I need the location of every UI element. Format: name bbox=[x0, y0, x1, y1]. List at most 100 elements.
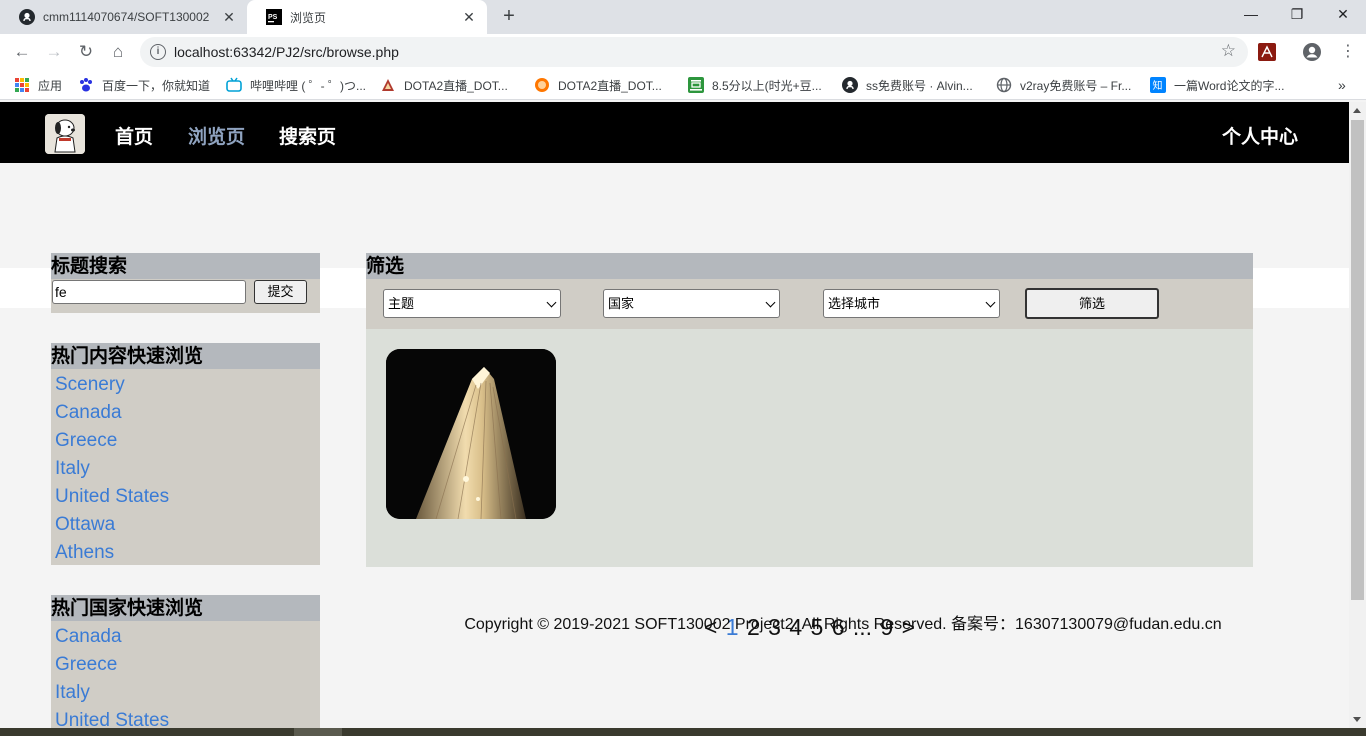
svg-text:知: 知 bbox=[1153, 79, 1163, 92]
acrobat-extension-icon[interactable] bbox=[1258, 43, 1276, 61]
close-window-icon[interactable]: ✕ bbox=[1320, 0, 1366, 30]
back-arrow-icon[interactable]: ← bbox=[10, 40, 34, 64]
home-icon[interactable]: ⌂ bbox=[106, 40, 130, 64]
new-tab-button[interactable]: + bbox=[498, 6, 520, 28]
bookmark-item[interactable]: DOTA2直播_DOT... bbox=[380, 76, 508, 94]
page-viewport: 首页 浏览页 搜索页 个人中心 标题搜索 fe 提交 热门内容快速浏览 Scen… bbox=[0, 102, 1349, 728]
hot-content-link[interactable]: Scenery bbox=[55, 372, 320, 400]
tab-title: 浏览页 bbox=[290, 10, 327, 25]
filter-controls: 主题 国家 选择城市 筛选 bbox=[366, 279, 1253, 329]
scroll-down-arrow-icon[interactable] bbox=[1353, 717, 1361, 722]
address-bar[interactable]: i localhost:63342/PJ2/src/browse.php ☆ bbox=[140, 37, 1248, 67]
footer-copyright: Copyright © 2019-2021 SOFT130002 Project… bbox=[464, 616, 1222, 633]
tab-title: cmm1114070674/SOFT130002 bbox=[43, 10, 210, 24]
results-area: < 1 2 3 4 5 6 ... 9 > bbox=[366, 329, 1253, 640]
hot-countries-heading: 热门国家快速浏览 bbox=[51, 595, 320, 621]
site-info-icon[interactable]: i bbox=[150, 44, 166, 60]
douban-icon bbox=[688, 77, 704, 93]
bookmark-item[interactable]: 百度一下，你就知道 bbox=[78, 76, 210, 94]
scroll-up-arrow-icon[interactable] bbox=[1353, 108, 1361, 113]
bookmark-item[interactable]: ss免费账号 · Alvin... bbox=[842, 76, 973, 94]
baidu-paw-icon bbox=[80, 78, 92, 92]
reload-icon[interactable]: ↻ bbox=[74, 40, 98, 64]
browser-tab-browse[interactable]: PS 浏览页 ✕ bbox=[247, 0, 487, 34]
title-search-heading: 标题搜索 bbox=[51, 253, 320, 279]
bookmark-label: v2ray免费账号 – Fr... bbox=[1020, 78, 1132, 93]
title-search-input[interactable]: fe bbox=[52, 280, 246, 304]
nav-home-link[interactable]: 首页 bbox=[115, 122, 153, 149]
nav-profile-link[interactable]: 个人中心 bbox=[1222, 122, 1298, 149]
bookmark-star-icon[interactable]: ☆ bbox=[1221, 41, 1236, 61]
nav-search-link[interactable]: 搜索页 bbox=[279, 122, 336, 149]
site-navbar: 首页 浏览页 搜索页 个人中心 bbox=[0, 102, 1349, 163]
hot-content-heading: 热门内容快速浏览 bbox=[51, 343, 320, 369]
result-photo-thumbnail[interactable] bbox=[386, 349, 556, 519]
country-select-value: 国家 bbox=[608, 296, 635, 311]
city-select-value: 选择城市 bbox=[828, 296, 881, 311]
hot-content-link[interactable]: Canada bbox=[55, 400, 320, 428]
submit-button[interactable]: 提交 bbox=[254, 280, 307, 304]
hot-content-list: Scenery Canada Greece Italy United State… bbox=[51, 369, 320, 568]
theme-select[interactable]: 主题 bbox=[383, 289, 561, 318]
github-icon bbox=[19, 9, 35, 25]
bookmark-label: DOTA2直播_DOT... bbox=[404, 78, 508, 93]
bookmark-label: 哔哩哔哩 ( ゜- ゜)つ... bbox=[250, 78, 366, 93]
theme-select-value: 主题 bbox=[388, 296, 415, 311]
bookmark-item[interactable]: 知 一篇Word论文的字... bbox=[1150, 76, 1284, 94]
bookmark-label: 8.5分以上(时光+豆... bbox=[712, 78, 822, 93]
browser-tab-github[interactable]: cmm1114070674/SOFT130002 ✕ bbox=[0, 0, 247, 34]
browser-toolbar: ← → ↻ ⌂ i localhost:63342/PJ2/src/browse… bbox=[0, 34, 1366, 70]
bookmark-item[interactable]: 8.5分以上(时光+豆... bbox=[688, 76, 822, 94]
filter-panel: 筛选 主题 国家 选择城市 筛选 < 1 2 3 4 5 6 ... 9 > bbox=[366, 253, 1253, 640]
chevron-down-icon bbox=[985, 297, 996, 308]
profile-avatar-icon[interactable] bbox=[1302, 42, 1322, 62]
hot-country-link[interactable]: Greece bbox=[55, 652, 320, 680]
hot-countries-panel: 热门国家快速浏览 Canada Greece Italy United Stat… bbox=[51, 595, 320, 728]
hot-country-link[interactable]: Canada bbox=[55, 624, 320, 652]
bookmark-label: ss免费账号 · Alvin... bbox=[866, 78, 973, 93]
phpstorm-icon: PS bbox=[266, 9, 282, 25]
bookmark-item[interactable]: DOTA2直播_DOT... bbox=[534, 76, 662, 94]
hot-content-link[interactable]: United States bbox=[55, 484, 320, 512]
bookmark-label: DOTA2直播_DOT... bbox=[558, 78, 662, 93]
hot-content-link[interactable]: Athens bbox=[55, 540, 320, 568]
scrollbar-thumb[interactable] bbox=[1351, 120, 1364, 600]
nav-browse-link[interactable]: 浏览页 bbox=[188, 122, 245, 149]
filter-button[interactable]: 筛选 bbox=[1025, 288, 1159, 319]
skyscraper-photo bbox=[386, 349, 556, 519]
browser-tab-strip: cmm1114070674/SOFT130002 ✕ PS 浏览页 ✕ + — … bbox=[0, 0, 1366, 34]
minimize-icon[interactable]: — bbox=[1228, 0, 1274, 30]
chevron-down-icon bbox=[765, 297, 776, 308]
forward-arrow-icon[interactable]: → bbox=[42, 40, 66, 64]
bookmark-label: 应用 bbox=[38, 78, 63, 93]
bookmark-item[interactable]: 应用 bbox=[14, 76, 62, 94]
hot-content-link[interactable]: Greece bbox=[55, 428, 320, 456]
hot-content-link[interactable]: Ottawa bbox=[55, 512, 320, 540]
more-bookmarks-icon[interactable]: » bbox=[1338, 76, 1346, 94]
taskbar-active-item[interactable] bbox=[294, 728, 342, 736]
bookmark-item[interactable]: v2ray免费账号 – Fr... bbox=[996, 76, 1131, 94]
github-icon bbox=[842, 77, 858, 93]
bookmarks-bar: 应用 百度一下，你就知道 哔哩哔哩 ( ゜- ゜)つ... DOTA2直播_DO… bbox=[0, 70, 1366, 100]
restore-icon[interactable]: ❐ bbox=[1274, 0, 1320, 30]
close-tab-icon[interactable]: ✕ bbox=[221, 9, 237, 26]
bookmark-label: 百度一下，你就知道 bbox=[102, 78, 211, 93]
hot-country-link[interactable]: Italy bbox=[55, 680, 320, 708]
snoopy-logo-icon bbox=[45, 114, 85, 154]
address-url[interactable]: localhost:63342/PJ2/src/browse.php bbox=[174, 44, 399, 60]
page-scrollbar[interactable] bbox=[1349, 102, 1366, 728]
bookmark-label: 一篇Word论文的字... bbox=[1174, 78, 1285, 93]
title-search-panel: 标题搜索 fe 提交 bbox=[51, 253, 320, 313]
zhihu-icon: 知 bbox=[1150, 77, 1166, 93]
hot-countries-list: Canada Greece Italy United States bbox=[51, 621, 320, 728]
city-select[interactable]: 选择城市 bbox=[823, 289, 1000, 318]
hot-country-link[interactable]: United States bbox=[55, 708, 320, 728]
hot-content-link[interactable]: Italy bbox=[55, 456, 320, 484]
site-logo[interactable] bbox=[45, 114, 85, 154]
hot-content-panel: 热门内容快速浏览 Scenery Canada Greece Italy Uni… bbox=[51, 343, 320, 565]
country-select[interactable]: 国家 bbox=[603, 289, 780, 318]
close-tab-icon[interactable]: ✕ bbox=[461, 9, 477, 26]
chevron-down-icon bbox=[546, 297, 557, 308]
browser-menu-icon[interactable]: ⋮ bbox=[1336, 40, 1360, 64]
bookmark-item[interactable]: 哔哩哔哩 ( ゜- ゜)つ... bbox=[226, 76, 366, 94]
